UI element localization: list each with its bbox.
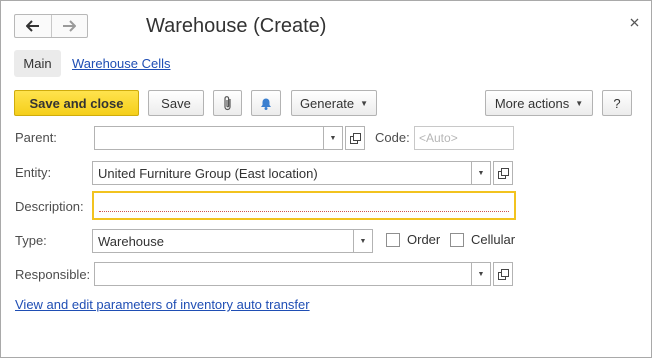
cellular-label: Cellular: [471, 232, 516, 247]
chevron-down-icon: ▼: [360, 98, 369, 108]
arrow-right-icon: [63, 20, 77, 32]
entity-input[interactable]: United Furniture Group (East location): [92, 161, 472, 185]
generate-dropdown[interactable]: Generate ▼: [291, 90, 377, 116]
more-actions-label: More actions: [494, 95, 570, 111]
close-icon: [630, 18, 638, 26]
arrow-left-icon: [25, 20, 39, 32]
parent-dropdown-button[interactable]: ▼: [323, 126, 343, 150]
type-dropdown-button[interactable]: ▼: [353, 229, 373, 253]
close-button[interactable]: [627, 15, 641, 29]
order-checkbox[interactable]: [386, 233, 400, 247]
parent-label: Parent:: [15, 130, 57, 145]
description-input[interactable]: [92, 191, 516, 220]
back-button[interactable]: [15, 15, 51, 37]
type-label: Type:: [15, 233, 47, 248]
open-window-icon: [349, 132, 361, 144]
tab-warehouse-cells[interactable]: Warehouse Cells: [72, 56, 171, 71]
save-and-close-button[interactable]: Save and close: [14, 90, 139, 116]
entity-open-button[interactable]: [493, 161, 513, 185]
entity-dropdown-button[interactable]: ▼: [471, 161, 491, 185]
tab-main[interactable]: Main: [14, 50, 61, 77]
entity-label: Entity:: [15, 165, 52, 180]
warehouse-create-window: Warehouse (Create) Main Warehouse Cells …: [0, 0, 652, 358]
attach-button[interactable]: [213, 90, 242, 116]
chevron-down-icon: ▼: [575, 98, 584, 108]
save-button[interactable]: Save: [148, 90, 204, 116]
code-label: Code:: [375, 130, 410, 145]
generate-label: Generate: [299, 95, 355, 111]
notify-button[interactable]: [251, 90, 281, 116]
responsible-open-button[interactable]: [493, 262, 513, 286]
parent-open-button[interactable]: [345, 126, 365, 150]
description-label: Description:: [15, 199, 84, 214]
chevron-down-icon: ▼: [359, 237, 367, 245]
open-window-icon: [497, 268, 509, 280]
responsible-input[interactable]: [94, 262, 472, 286]
parent-input[interactable]: [94, 126, 324, 150]
chevron-down-icon: ▼: [477, 169, 485, 177]
type-input[interactable]: Warehouse: [92, 229, 354, 253]
window-title: Warehouse (Create): [146, 15, 327, 37]
navigation-buttons: [14, 14, 88, 38]
order-label: Order: [407, 232, 441, 247]
help-button[interactable]: ?: [602, 90, 632, 116]
open-window-icon: [497, 167, 509, 179]
required-underline: [99, 211, 509, 212]
chevron-down-icon: ▼: [329, 134, 337, 142]
paperclip-icon: [223, 96, 231, 111]
forward-button[interactable]: [50, 15, 88, 37]
responsible-label: Responsible:: [15, 267, 91, 282]
code-input[interactable]: <Auto>: [414, 126, 514, 150]
inventory-auto-transfer-link[interactable]: View and edit parameters of inventory au…: [15, 297, 310, 312]
responsible-dropdown-button[interactable]: ▼: [471, 262, 491, 286]
cellular-checkbox[interactable]: [450, 233, 464, 247]
bell-icon: [261, 98, 271, 110]
more-actions-dropdown[interactable]: More actions ▼: [485, 90, 593, 116]
chevron-down-icon: ▼: [477, 270, 485, 278]
